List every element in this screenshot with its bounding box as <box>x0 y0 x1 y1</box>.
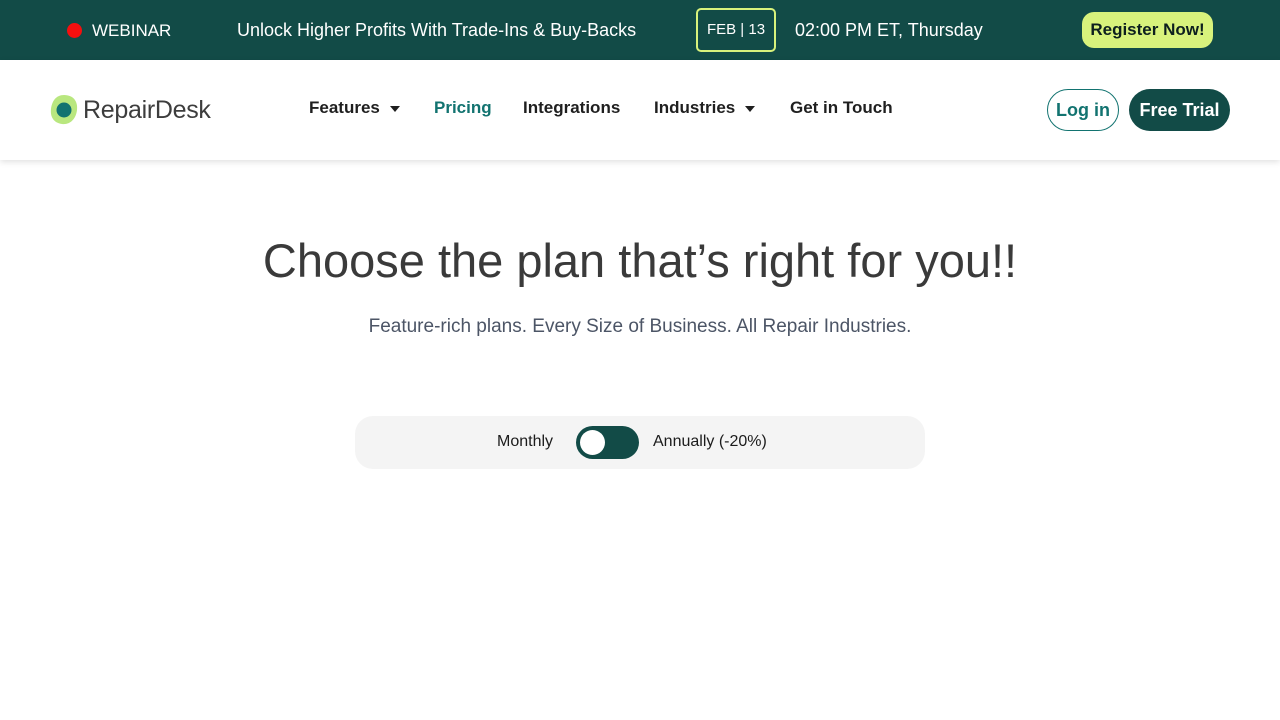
webinar-badge: WEBINAR <box>92 21 172 40</box>
webinar-time: 02:00 PM ET, Thursday <box>795 20 983 40</box>
billing-monthly-label[interactable]: Monthly <box>497 432 553 452</box>
caret-down-icon <box>389 105 400 112</box>
site-header: RepairDesk Features Pricing Integrations… <box>0 60 1280 160</box>
page-subtitle: Feature-rich plans. Every Size of Busine… <box>368 316 912 337</box>
webinar-banner: WEBINAR Unlock Higher Profits With Trade… <box>0 0 1280 60</box>
webinar-date: FEB | 13 <box>696 8 776 52</box>
nav-item-label: Integrations <box>523 98 621 117</box>
nav-item-get-in-touch[interactable]: Get in Touch <box>790 97 893 119</box>
nav-item-label: Pricing <box>434 98 492 117</box>
nav-item-label: Get in Touch <box>790 98 893 117</box>
nav-item-label: Features <box>309 98 380 117</box>
nav-item-pricing[interactable]: Pricing <box>434 97 492 119</box>
login-button[interactable]: Log in <box>1047 89 1119 131</box>
page-title: Choose the plan that’s right for you!! <box>262 234 1018 287</box>
live-dot-icon <box>67 23 82 38</box>
brand-name: RepairDesk <box>83 96 211 124</box>
billing-annual-label[interactable]: Annually (-20%) <box>653 432 767 452</box>
nav-item-integrations[interactable]: Integrations <box>523 97 620 119</box>
webinar-headline: Unlock Higher Profits With Trade-Ins & B… <box>237 20 637 40</box>
caret-down-icon <box>745 105 756 112</box>
register-now-button[interactable]: Register Now! <box>1082 12 1213 48</box>
repairdesk-logo-icon <box>50 95 78 125</box>
nav-item-label: Industries <box>654 98 736 117</box>
billing-toggle[interactable] <box>576 426 639 459</box>
toggle-knob <box>580 430 605 455</box>
billing-period-switch: Monthly Annually (-20%) <box>355 416 925 469</box>
free-trial-button[interactable]: Free Trial <box>1129 89 1230 131</box>
nav-item-features[interactable]: Features <box>309 97 400 119</box>
nav-item-industries[interactable]: Industries <box>654 97 756 119</box>
